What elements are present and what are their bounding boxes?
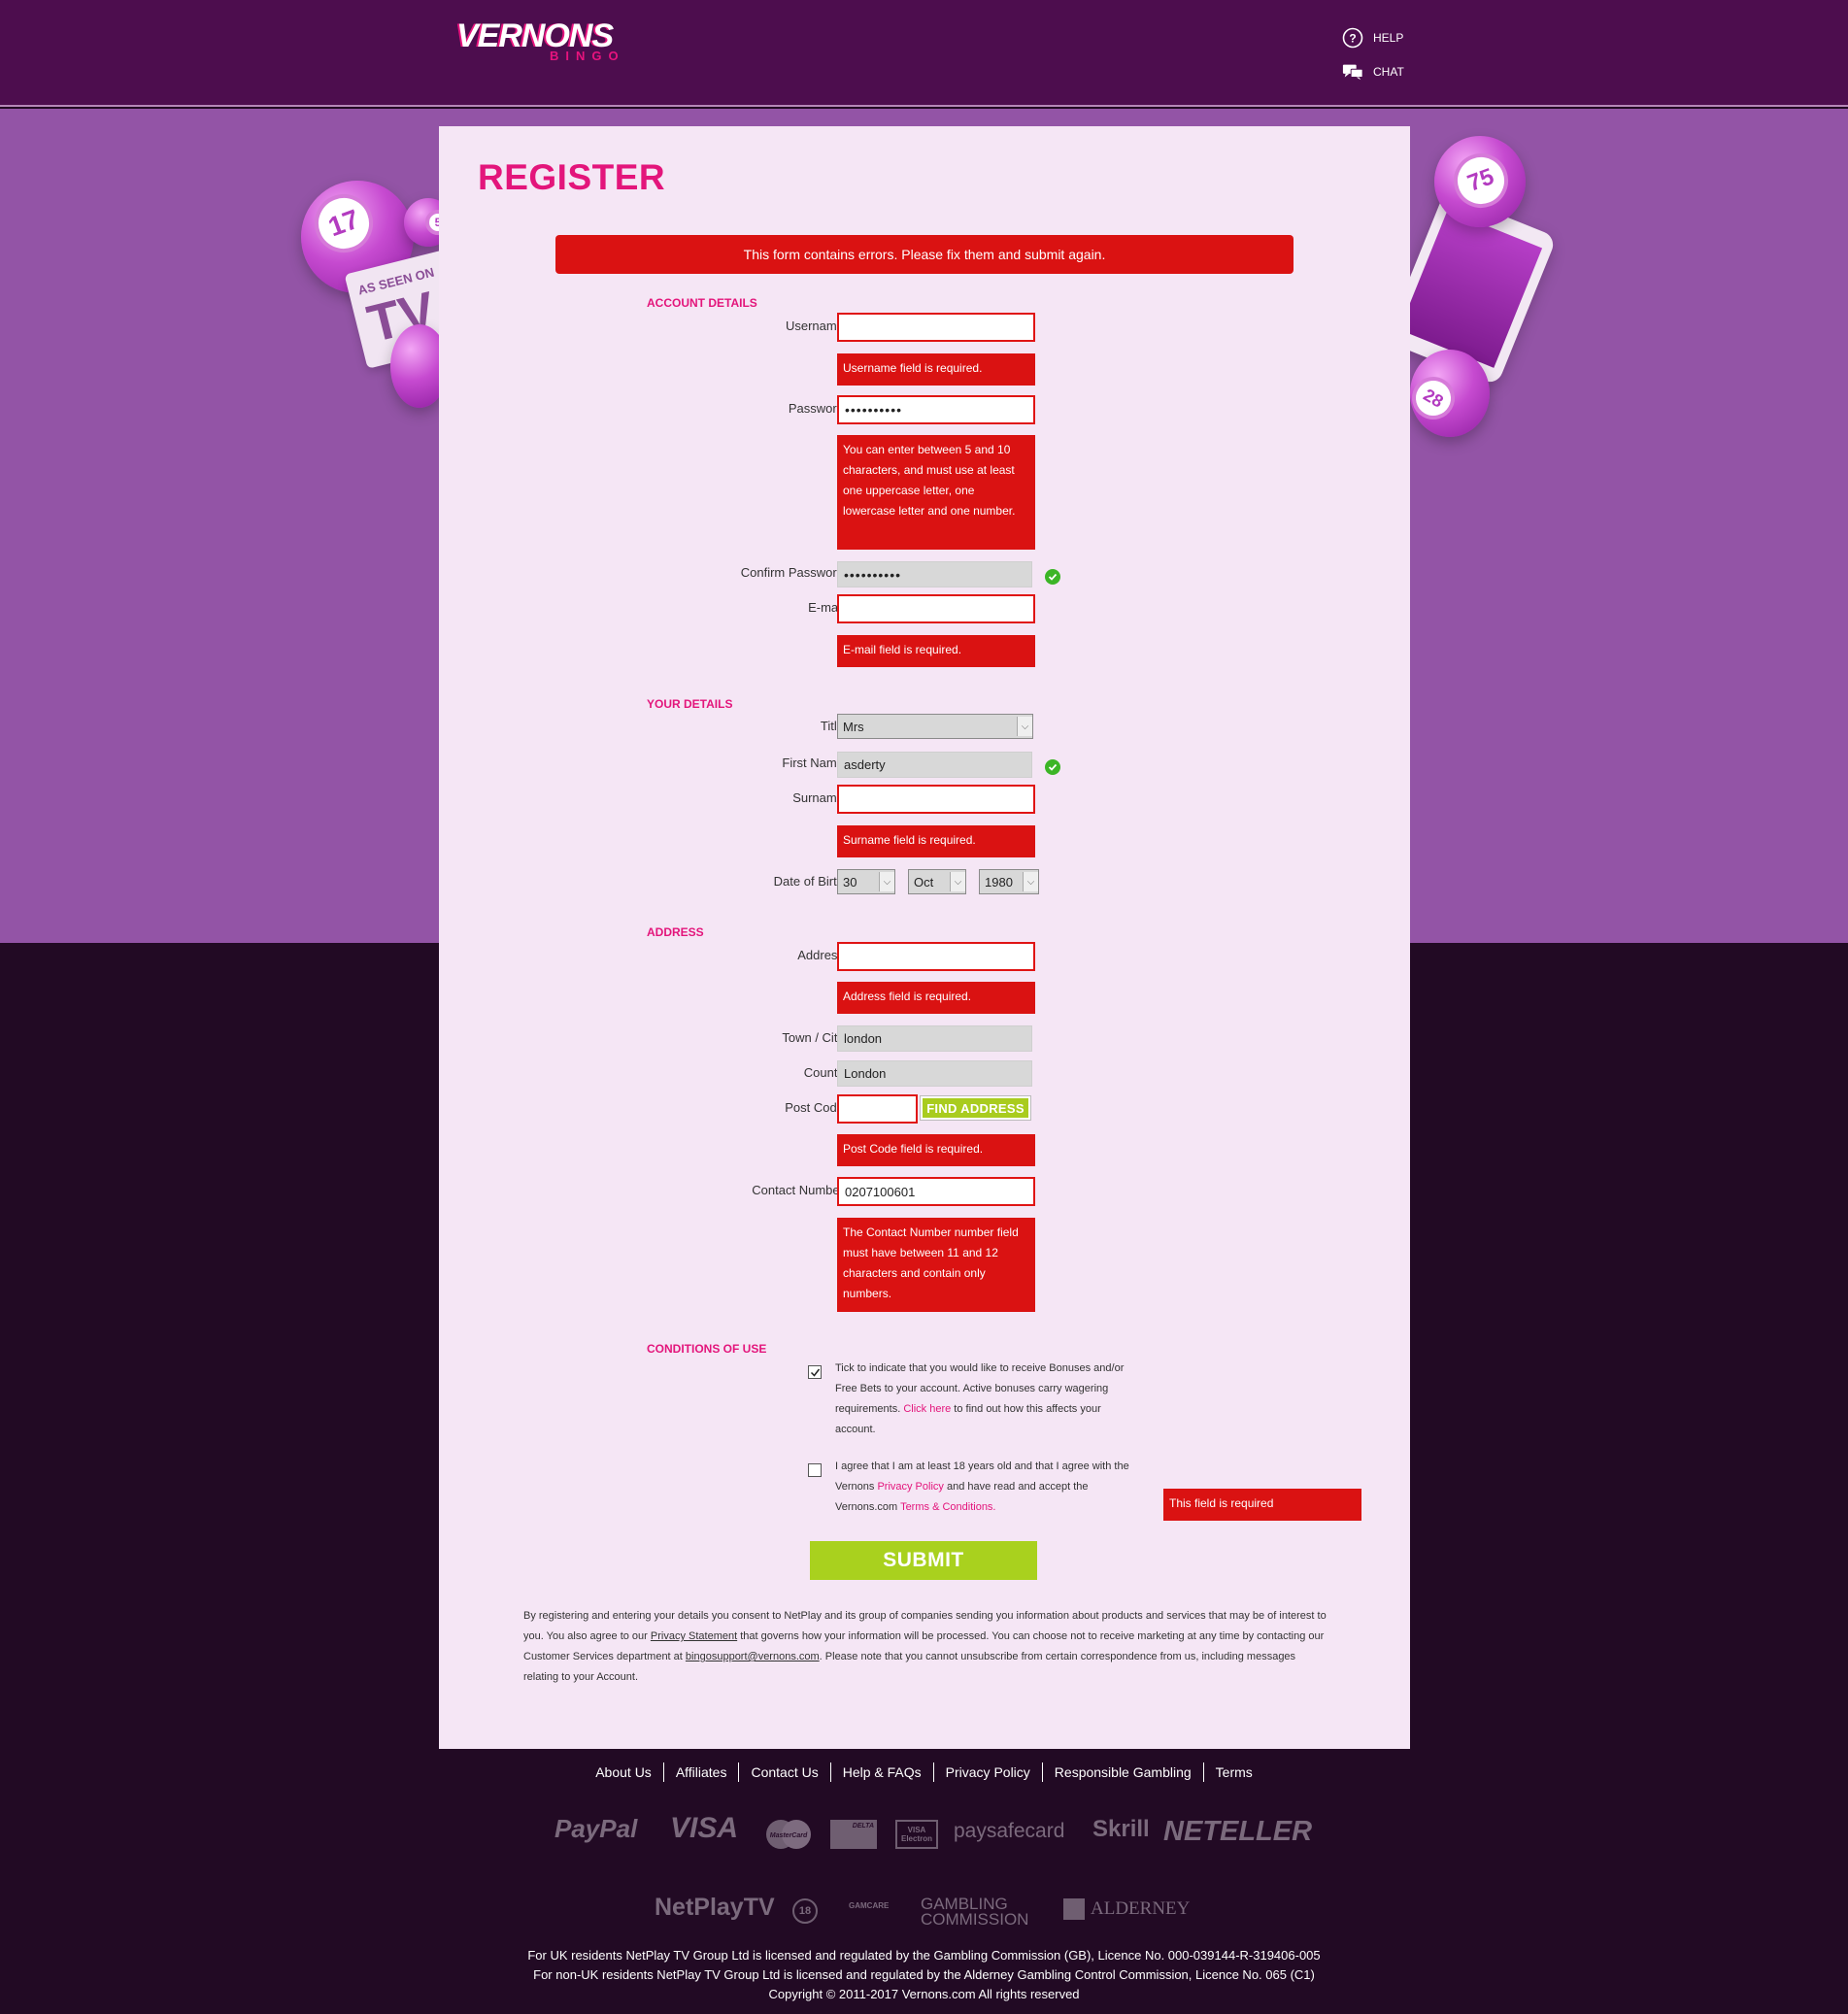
footer-link-responsible-gambling[interactable]: Responsible Gambling <box>1043 1762 1204 1782</box>
chat-link[interactable]: CHAT <box>1342 61 1404 83</box>
help-icon: ? <box>1342 27 1363 49</box>
page-title: REGISTER <box>478 157 666 197</box>
mastercard-logo: MasterCard <box>762 1818 815 1851</box>
address-input[interactable] <box>837 942 1035 971</box>
username-error: Username field is required. <box>837 353 1035 386</box>
footer-link-affiliates[interactable]: Affiliates <box>664 1762 740 1782</box>
bonus-click-here-link[interactable]: Click here <box>903 1403 951 1415</box>
postcode-error: Post Code field is required. <box>837 1134 1035 1166</box>
logo-subtext: BINGO <box>550 49 625 63</box>
chevron-down-icon: ⌵ <box>1023 872 1038 891</box>
confirm-password-input[interactable]: •••••••••• <box>837 561 1032 587</box>
section-your-details: YOUR DETAILS <box>647 697 733 711</box>
chevron-down-icon: ⌵ <box>879 872 894 891</box>
password-error: You can enter between 5 and 10 character… <box>837 435 1035 550</box>
skrill-logo: Skrill <box>1092 1816 1150 1842</box>
vernons-bingo-logo[interactable]: VERNONS BINGO <box>456 19 641 63</box>
dob-month-select[interactable]: Oct ⌵ <box>908 869 966 894</box>
paysafecard-logo: paysafecard <box>954 1820 1065 1842</box>
title-select[interactable]: Mrs ⌵ <box>837 714 1033 739</box>
surname-input[interactable] <box>837 785 1035 814</box>
visa-logo: VISA <box>670 1812 739 1844</box>
copyright-text: Copyright © 2011-2017 Vernons.com All ri… <box>768 1987 1080 2001</box>
agree-terms-text: I agree that I am at least 18 years old … <box>835 1460 1129 1513</box>
chevron-down-icon: ⌵ <box>1017 717 1032 736</box>
footer-link-about[interactable]: About Us <box>584 1762 664 1782</box>
chat-label: CHAT <box>1373 65 1404 79</box>
gambling-commission-logo: GAMBLING COMMISSION <box>921 1895 1029 1929</box>
agree-terms-checkbox[interactable] <box>808 1463 822 1477</box>
help-label: HELP <box>1373 31 1404 45</box>
checkmark-icon <box>810 1368 820 1377</box>
find-address-button[interactable]: FIND ADDRESS <box>920 1095 1031 1121</box>
age-18-logo: 18 <box>792 1898 818 1924</box>
register-panel: REGISTER This form contains errors. Plea… <box>439 126 1410 1749</box>
confirm-password-label: Confirm Password* <box>740 565 853 580</box>
dob-year-select[interactable]: 1980 ⌵ <box>979 869 1039 894</box>
footer-link-help[interactable]: Help & FAQs <box>831 1762 934 1782</box>
contact-number-input[interactable]: 0207100601 <box>837 1177 1035 1206</box>
gamcare-logo: GAMCARE <box>849 1901 890 1910</box>
uk-licence-text: For UK residents NetPlay TV Group Ltd is… <box>527 1948 1321 1963</box>
email-input[interactable] <box>837 594 1035 623</box>
chevron-down-icon: ⌵ <box>950 872 965 891</box>
delta-logo: DELTA <box>830 1820 877 1849</box>
county-input[interactable]: London <box>837 1060 1032 1087</box>
contact-number-error: The Contact Number number field must hav… <box>837 1218 1035 1312</box>
footer-nav: About Us Affiliates Contact Us Help & FA… <box>0 1762 1848 1782</box>
town-input[interactable]: london <box>837 1025 1032 1052</box>
svg-text:?: ? <box>1349 32 1356 46</box>
alderney-logo: ALDERNEY <box>1063 1898 1193 1920</box>
bingo-ball-75: 75 <box>1434 136 1526 227</box>
section-account-details: ACCOUNT DETAILS <box>647 296 757 310</box>
logo-text: VERNONS <box>456 17 614 54</box>
agree-terms-error: This field is required <box>1163 1489 1361 1521</box>
form-error-banner: This form contains errors. Please fix th… <box>555 235 1294 274</box>
dob-day-select[interactable]: 30 ⌵ <box>837 869 895 894</box>
bingo-ball-28: 28 <box>1403 350 1490 437</box>
section-conditions: CONDITIONS OF USE <box>647 1342 767 1356</box>
footer-link-contact[interactable]: Contact Us <box>739 1762 831 1782</box>
password-input[interactable]: •••••••••• <box>837 395 1035 424</box>
netplaytv-logo: NetPlayTV <box>655 1894 775 1921</box>
chat-icon <box>1342 61 1363 83</box>
help-link[interactable]: ? HELP <box>1342 27 1403 49</box>
support-email-link[interactable]: bingosupport@vernons.com <box>686 1651 820 1662</box>
bonus-text: Tick to indicate that you would like to … <box>835 1362 1125 1435</box>
non-uk-licence-text: For non-UK residents NetPlay TV Group Lt… <box>533 1967 1315 1982</box>
postcode-input[interactable] <box>837 1094 918 1124</box>
neteller-logo: NETELLER <box>1163 1816 1313 1847</box>
terms-conditions-link[interactable]: Terms & Conditions. <box>900 1501 995 1513</box>
site-header: VERNONS BINGO ? HELP CHAT <box>0 0 1848 107</box>
visa-electron-logo: VISA Electron <box>895 1820 938 1849</box>
footer-link-privacy[interactable]: Privacy Policy <box>934 1762 1043 1782</box>
footer-link-terms[interactable]: Terms <box>1204 1762 1264 1782</box>
username-input[interactable] <box>837 313 1035 342</box>
submit-button[interactable]: SUBMIT <box>810 1541 1037 1580</box>
svg-text:MasterCard: MasterCard <box>770 1832 808 1839</box>
valid-check-icon <box>1045 759 1060 775</box>
privacy-statement-link[interactable]: Privacy Statement <box>651 1630 737 1642</box>
surname-error: Surname field is required. <box>837 825 1035 857</box>
bonus-checkbox[interactable] <box>808 1365 822 1379</box>
email-error: E-mail field is required. <box>837 635 1035 667</box>
paypal-logo: PayPal <box>554 1814 638 1843</box>
consent-text: By registering and entering your details… <box>523 1610 1327 1683</box>
section-address: ADDRESS <box>647 925 704 939</box>
privacy-policy-link[interactable]: Privacy Policy <box>877 1481 943 1493</box>
first-name-input[interactable]: asderty <box>837 752 1032 778</box>
address-error: Address field is required. <box>837 982 1035 1014</box>
valid-check-icon <box>1045 569 1060 585</box>
